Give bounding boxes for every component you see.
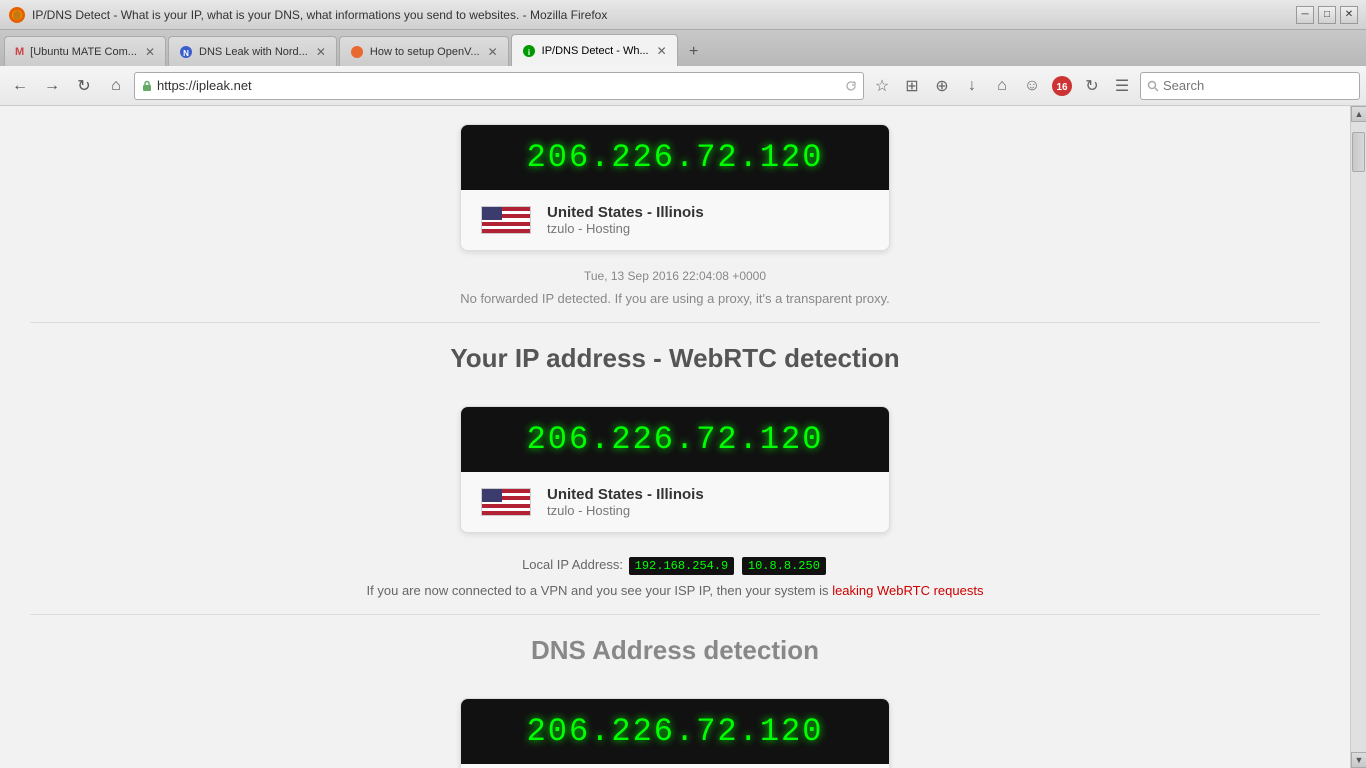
local-ip-label: Local IP Address: xyxy=(522,557,623,572)
star-icon[interactable]: ☆ xyxy=(868,72,896,100)
vpn-warning: If you are now connected to a VPN and yo… xyxy=(0,583,1350,598)
divider-1 xyxy=(30,322,1320,323)
scroll-up-button[interactable]: ▲ xyxy=(1351,106,1366,122)
webrtc-country: United States - Illinois xyxy=(547,486,869,503)
webrtc-ip-info: United States - Illinois tzulo - Hosting xyxy=(461,472,889,532)
tab-openvpn-close[interactable]: ✕ xyxy=(488,45,498,59)
scrollbar[interactable]: ▲ ▼ xyxy=(1350,106,1366,768)
scrollbar-thumb[interactable] xyxy=(1352,132,1365,172)
tab-gmail-label: [Ubuntu MATE Com... xyxy=(30,46,137,58)
window-controls[interactable]: ─ □ ✕ xyxy=(1296,6,1358,24)
close-button[interactable]: ✕ xyxy=(1340,6,1358,24)
local-ip-line: Local IP Address: 192.168.254.9 10.8.8.2… xyxy=(0,557,1350,575)
tab-openvpn-label: How to setup OpenV... xyxy=(370,46,480,58)
search-input[interactable] xyxy=(1163,78,1353,93)
tab-gmail-close[interactable]: ✕ xyxy=(145,45,155,59)
top-country: United States - Illinois xyxy=(547,204,869,221)
webrtc-ip-display: 206.226.72.120 xyxy=(461,407,889,472)
webrtc-location-info: United States - Illinois tzulo - Hosting xyxy=(547,486,869,518)
firefox-icon xyxy=(8,6,26,24)
webrtc-heading: Your IP address - WebRTC detection xyxy=(0,343,1350,374)
smiley-icon[interactable]: ☺ xyxy=(1018,72,1046,100)
forward-button[interactable]: → xyxy=(38,72,66,100)
dns-ip-section: 206.226.72.120 xyxy=(0,682,1350,768)
menu-icon[interactable]: ☰ xyxy=(1108,72,1136,100)
top-ip-display: 206.226.72.120 xyxy=(461,125,889,190)
top-ip-section: 206.226.72.120 xyxy=(0,106,1350,261)
webrtc-ip-section: 206.226.72.120 xyxy=(0,390,1350,549)
tab-ipleak-label: IP/DNS Detect - Wh... xyxy=(542,45,649,57)
dns-heading: DNS Address detection xyxy=(0,635,1350,666)
local-ip-1: 192.168.254.9 xyxy=(629,557,735,575)
minimize-button[interactable]: ─ xyxy=(1296,6,1314,24)
dns-ip-address: 206.226.72.120 xyxy=(481,713,869,750)
scroll-down-button[interactable]: ▼ xyxy=(1351,752,1366,768)
back-button[interactable]: ← xyxy=(6,72,34,100)
sync-icon[interactable]: ↻ xyxy=(1078,72,1106,100)
top-flag xyxy=(481,206,531,234)
local-ip-2: 10.8.8.250 xyxy=(742,557,826,575)
reading-list-icon[interactable]: ⊞ xyxy=(898,72,926,100)
divider-2 xyxy=(30,614,1320,615)
webrtc-flag xyxy=(481,488,531,516)
refresh-small-icon xyxy=(845,80,857,92)
maximize-button[interactable]: □ xyxy=(1318,6,1336,24)
home-button[interactable]: ⌂ xyxy=(102,72,130,100)
url-input[interactable] xyxy=(157,78,841,93)
top-ip-card: 206.226.72.120 xyxy=(460,124,890,251)
content-area: 206.226.72.120 xyxy=(0,106,1350,768)
nordvpn-tab-icon: N xyxy=(179,45,193,59)
gmail-tab-icon: M xyxy=(15,46,24,58)
lock-icon xyxy=(141,80,153,92)
no-forward-message: No forwarded IP detected. If you are usi… xyxy=(0,291,1350,306)
tab-gmail[interactable]: M [Ubuntu MATE Com... ✕ xyxy=(4,36,166,66)
title-bar-left: IP/DNS Detect - What is your IP, what is… xyxy=(8,6,607,24)
top-ip-info: United States - Illinois tzulo - Hosting xyxy=(461,190,889,250)
svg-text:16: 16 xyxy=(1056,82,1068,93)
tab-openvpn[interactable]: How to setup OpenV... ✕ xyxy=(339,36,509,66)
svg-text:i: i xyxy=(528,48,530,57)
window-title: IP/DNS Detect - What is your IP, what is… xyxy=(32,8,607,22)
timestamp: Tue, 13 Sep 2016 22:04:08 +0000 xyxy=(0,269,1350,283)
webrtc-section: Your IP address - WebRTC detection 206.2… xyxy=(0,343,1350,598)
ipleak-tab-icon: i xyxy=(522,44,536,58)
search-icon xyxy=(1147,80,1159,92)
pocket-icon[interactable]: ⊕ xyxy=(928,72,956,100)
webrtc-ip-address: 206.226.72.120 xyxy=(481,421,869,458)
openvpn-tab-icon xyxy=(350,45,364,59)
dns-section: DNS Address detection 206.226.72.120 xyxy=(0,635,1350,768)
toolbar-icons: ☆ ⊞ ⊕ ↓ ⌂ ☺ 16 ↻ ☰ xyxy=(868,72,1136,100)
title-bar: IP/DNS Detect - What is your IP, what is… xyxy=(0,0,1366,30)
tab-nordvpn-label: DNS Leak with Nord... xyxy=(199,46,308,58)
vpn-warning-text: If you are now connected to a VPN and yo… xyxy=(367,583,829,598)
dns-ip-card: 206.226.72.120 xyxy=(460,698,890,768)
webrtc-leak-link[interactable]: leaking WebRTC requests xyxy=(832,583,983,598)
home-nav-icon[interactable]: ⌂ xyxy=(988,72,1016,100)
page-content: 206.226.72.120 xyxy=(0,106,1350,768)
svg-text:N: N xyxy=(183,49,189,58)
new-tab-button[interactable]: + xyxy=(680,38,708,66)
reload-button[interactable]: ↻ xyxy=(70,72,98,100)
download-icon[interactable]: ↓ xyxy=(958,72,986,100)
webrtc-ip-card: 206.226.72.120 xyxy=(460,406,890,533)
scrollbar-track[interactable] xyxy=(1351,122,1366,752)
dns-ip-display: 206.226.72.120 xyxy=(461,699,889,764)
webrtc-isp: tzulo - Hosting xyxy=(547,503,869,518)
top-ip-address: 206.226.72.120 xyxy=(481,139,869,176)
tab-nordvpn[interactable]: N DNS Leak with Nord... ✕ xyxy=(168,36,337,66)
dns-ip-info: United States - Illinois xyxy=(461,764,889,768)
tab-ipleak-close[interactable]: ✕ xyxy=(657,44,667,58)
search-bar[interactable] xyxy=(1140,72,1360,100)
tab-bar: M [Ubuntu MATE Com... ✕ N DNS Leak with … xyxy=(0,30,1366,66)
tab-nordvpn-close[interactable]: ✕ xyxy=(316,45,326,59)
avatar-icon[interactable]: 16 xyxy=(1048,72,1076,100)
tab-ipleak[interactable]: i IP/DNS Detect - Wh... ✕ xyxy=(511,34,678,66)
navigation-bar: ← → ↻ ⌂ ☆ ⊞ ⊕ ↓ ⌂ ☺ 16 ↻ ☰ xyxy=(0,66,1366,106)
top-location-info: United States - Illinois tzulo - Hosting xyxy=(547,204,869,236)
address-bar[interactable] xyxy=(134,72,864,100)
top-isp: tzulo - Hosting xyxy=(547,221,869,236)
browser-body: 206.226.72.120 xyxy=(0,106,1366,768)
